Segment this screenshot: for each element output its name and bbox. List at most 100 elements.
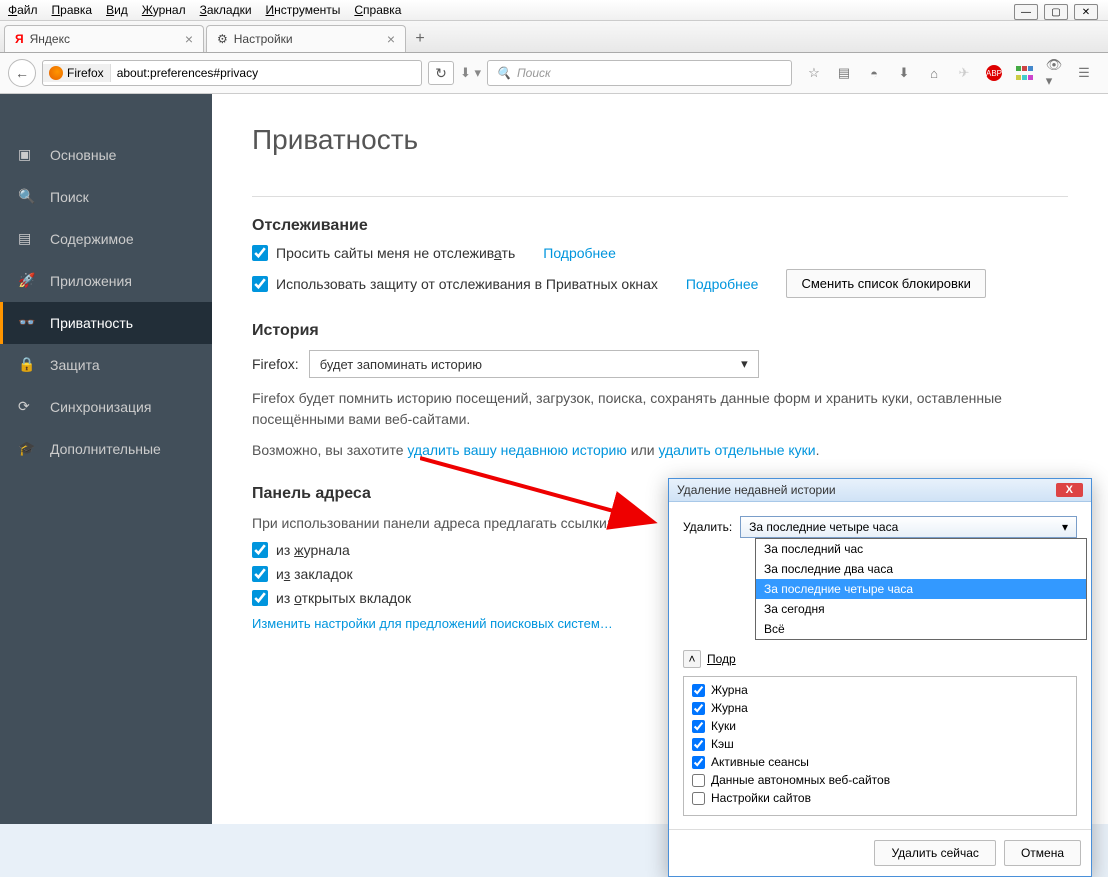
option-today[interactable]: За сегодня xyxy=(756,599,1086,619)
menu-edit[interactable]: Правка xyxy=(52,3,93,17)
download-dropdown[interactable]: ⬇ ▾ xyxy=(460,65,481,81)
suggest-history-checkbox[interactable] xyxy=(252,542,268,558)
url-input[interactable]: Firefox about:preferences#privacy xyxy=(42,60,422,86)
menu-help[interactable]: Справка xyxy=(354,3,401,17)
item-active-sessions[interactable] xyxy=(692,756,705,769)
sidebar-item-advanced[interactable]: 🎓Дополнительные xyxy=(0,428,212,470)
window-controls: — ▢ ✕ xyxy=(1014,4,1098,20)
tab-settings[interactable]: ⚙ Настройки × xyxy=(206,25,406,52)
option-four-hours[interactable]: За последние четыре часа xyxy=(756,579,1086,599)
close-icon[interactable]: × xyxy=(387,31,395,47)
menu-file[interactable]: Файл xyxy=(8,3,38,17)
item-cookies[interactable] xyxy=(692,720,705,733)
suggest-bookmarks-checkbox[interactable] xyxy=(252,566,268,582)
star-icon[interactable]: ☆ xyxy=(806,65,822,81)
wot-icon[interactable]: 👁 ▾ xyxy=(1046,65,1062,81)
chevron-down-icon: ▾ xyxy=(741,356,748,372)
identity-box[interactable]: Firefox xyxy=(43,64,111,82)
dialog-close-button[interactable]: X xyxy=(1056,483,1083,497)
pocket-icon[interactable]: ◓ xyxy=(866,65,882,81)
menu-bar: Файл Правка Вид Журнал Закладки Инструме… xyxy=(0,0,1108,21)
item-offline-data[interactable] xyxy=(692,774,705,787)
window-icon: ▣ xyxy=(18,146,36,164)
sync-icon: ⟳ xyxy=(18,398,36,416)
option-everything[interactable]: Всё xyxy=(756,619,1086,639)
home-icon[interactable]: ⌂ xyxy=(926,65,942,81)
hat-icon: 🎓 xyxy=(18,440,36,458)
back-button[interactable]: ← xyxy=(8,59,36,87)
close-button[interactable]: ✕ xyxy=(1074,4,1098,20)
sidebar-item-sync[interactable]: ⟳Синхронизация xyxy=(0,386,212,428)
clear-history-link[interactable]: удалить вашу недавнюю историю xyxy=(407,442,626,458)
history-links-row: Возможно, вы захотите удалить вашу недав… xyxy=(252,440,1068,461)
search-icon: 🔍 xyxy=(496,66,511,80)
abp-icon[interactable]: ABP xyxy=(986,65,1002,81)
cancel-button[interactable]: Отмена xyxy=(1004,840,1081,866)
url-text: about:preferences#privacy xyxy=(117,66,258,80)
history-mode-select[interactable]: будет запоминать историю ▾ xyxy=(309,350,759,378)
suggest-opentabs-label: из открытых вкладок xyxy=(276,590,411,606)
sidebar-item-general[interactable]: ▣Основные xyxy=(0,134,212,176)
option-last-hour[interactable]: За последний час xyxy=(756,539,1086,559)
tab-yandex[interactable]: Я Яндекс × xyxy=(4,25,204,52)
history-prefix: Firefox: xyxy=(252,356,299,372)
sidebar-item-content[interactable]: ▤Содержимое xyxy=(0,218,212,260)
tracking-protection-checkbox[interactable] xyxy=(252,276,268,292)
change-blocklist-button[interactable]: Сменить список блокировки xyxy=(786,269,985,298)
learn-more-link[interactable]: Подробнее xyxy=(543,245,616,261)
sidebar-item-privacy[interactable]: 👓Приватность xyxy=(0,302,212,344)
time-range-dropdown: За последний час За последние два часа З… xyxy=(755,538,1087,640)
menu-history[interactable]: Журнал xyxy=(142,3,186,17)
menu-tools[interactable]: Инструменты xyxy=(266,3,341,17)
page-title: Приватность xyxy=(252,124,1068,156)
sidebar-item-search[interactable]: 🔍Поиск xyxy=(0,176,212,218)
menu-view[interactable]: Вид xyxy=(106,3,128,17)
tracking-protection-label: Использовать защиту от отслеживания в Пр… xyxy=(276,276,658,292)
url-toolbar: ← Firefox about:preferences#privacy ↻ ⬇ … xyxy=(0,53,1108,94)
sidebar-item-security[interactable]: 🔒Защита xyxy=(0,344,212,386)
option-two-hours[interactable]: За последние два часа xyxy=(756,559,1086,579)
gear-icon: ⚙ xyxy=(217,32,228,46)
suggest-history-label: из журнала xyxy=(276,542,350,558)
clear-history-dialog: Удаление недавней истории X Удалить: За … xyxy=(668,478,1092,877)
tab-label: Настройки xyxy=(234,32,293,46)
time-range-select[interactable]: За последние четыре часа ▾ xyxy=(740,516,1077,538)
dialog-titlebar: Удаление недавней истории X xyxy=(669,479,1091,502)
chevron-down-icon: ▾ xyxy=(1062,520,1068,534)
maximize-button[interactable]: ▢ xyxy=(1044,4,1068,20)
suggest-opentabs-checkbox[interactable] xyxy=(252,590,268,606)
hamburger-icon[interactable]: ☰ xyxy=(1076,65,1092,81)
delete-label: Удалить: xyxy=(683,520,732,534)
minimize-button[interactable]: — xyxy=(1014,4,1038,20)
doc-icon: ▤ xyxy=(18,230,36,248)
item-cache[interactable] xyxy=(692,738,705,751)
divider xyxy=(252,196,1068,197)
grid-icon[interactable] xyxy=(1016,65,1032,81)
dialog-title-text: Удаление недавней истории xyxy=(677,483,836,497)
menu-bookmarks[interactable]: Закладки xyxy=(200,3,252,17)
details-label: Подр xyxy=(707,652,736,666)
download-icon[interactable]: ⬇ xyxy=(896,65,912,81)
list-icon[interactable]: ▤ xyxy=(836,65,852,81)
item-site-settings[interactable] xyxy=(692,792,705,805)
suggest-bookmarks-label: из закладок xyxy=(276,566,353,582)
search-suggestions-settings-link[interactable]: Изменить настройки для предложений поиск… xyxy=(252,616,613,631)
search-input[interactable]: 🔍 Поиск xyxy=(487,60,792,86)
lock-icon: 🔒 xyxy=(18,356,36,374)
sidebar-item-applications[interactable]: 🚀Приложения xyxy=(0,260,212,302)
new-tab-button[interactable]: + xyxy=(408,26,432,52)
close-icon[interactable]: × xyxy=(185,31,193,47)
details-toggle[interactable]: ˄ xyxy=(683,650,701,668)
do-not-track-checkbox[interactable] xyxy=(252,245,268,261)
send-icon[interactable]: ✈ xyxy=(956,65,972,81)
rocket-icon: 🚀 xyxy=(18,272,36,290)
history-heading: История xyxy=(252,322,1068,340)
learn-more-link-2[interactable]: Подробнее xyxy=(686,276,759,292)
clear-now-button[interactable]: Удалить сейчас xyxy=(874,840,995,866)
reload-button[interactable]: ↻ xyxy=(428,61,454,85)
item-download-history[interactable] xyxy=(692,702,705,715)
item-browsing-history[interactable] xyxy=(692,684,705,697)
search-icon: 🔍 xyxy=(18,188,36,206)
tracking-heading: Отслеживание xyxy=(252,217,1068,235)
remove-cookies-link[interactable]: удалить отдельные куки xyxy=(658,442,815,458)
